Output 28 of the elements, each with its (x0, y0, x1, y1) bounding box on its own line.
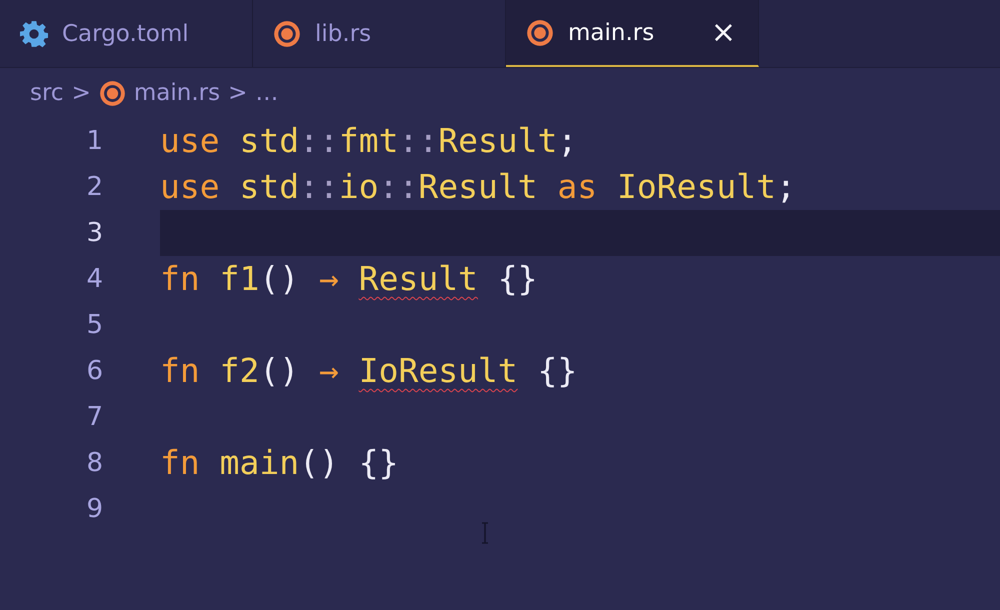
breadcrumb-separator: > (228, 80, 248, 106)
line-number: 6 (85, 355, 103, 388)
close-button[interactable]: × (710, 15, 736, 50)
line-number: 7 (85, 401, 103, 434)
cog-badge-icon (526, 18, 554, 46)
line-number: 9 (85, 493, 103, 526)
code-line: fn main() {} (160, 443, 398, 482)
text-cursor-icon (480, 522, 490, 544)
line-number: 8 (85, 447, 103, 480)
code-line: use std::fmt::Result; (160, 121, 578, 160)
line-number: 2 (85, 171, 103, 204)
cog-badge-icon (98, 80, 126, 106)
cog-badge-icon (273, 20, 301, 48)
code-line: fn f2() → IoResult {} (160, 351, 578, 390)
editor-tab[interactable]: lib.rs (253, 0, 506, 67)
breadcrumb-item[interactable]: main.rs (134, 80, 220, 106)
line-number: 4 (85, 263, 103, 296)
breadcrumb-item[interactable]: src (30, 80, 64, 106)
breadcrumb-item[interactable]: … (255, 80, 278, 106)
line-number: 1 (85, 125, 103, 158)
editor-tab[interactable]: main.rs × (506, 0, 759, 67)
breadcrumb-separator: > (72, 80, 91, 106)
line-number: 5 (85, 309, 103, 342)
line-number: 3 (85, 217, 103, 250)
gear-icon (20, 20, 48, 48)
code-line: fn f1() → Result {} (160, 259, 538, 298)
code-line: use std::io::Result as IoResult; (160, 167, 796, 206)
editor-tab[interactable]: Cargo.toml (0, 0, 253, 67)
